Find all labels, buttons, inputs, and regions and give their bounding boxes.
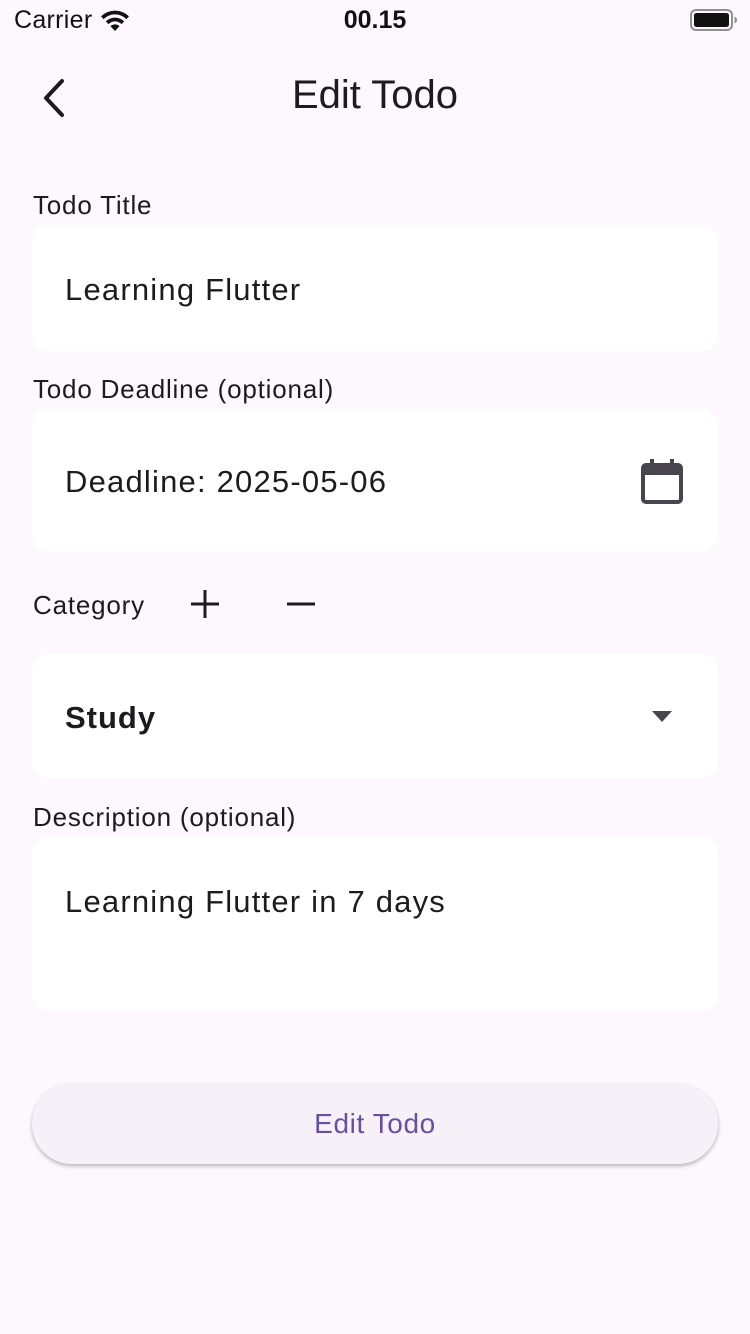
todo-deadline-field[interactable]: Deadline: 2025-05-06 <box>32 409 718 551</box>
status-bar: Carrier 00.15 <box>0 0 750 40</box>
category-selected-value: Study <box>65 700 157 735</box>
app-bar: Edit Todo <box>0 40 750 156</box>
category-dropdown[interactable]: Study <box>32 654 718 778</box>
page-title: Edit Todo <box>291 73 459 117</box>
todo-title-input[interactable]: Learning Flutter <box>32 225 718 351</box>
category-label: Category <box>33 590 145 620</box>
battery-icon <box>690 9 737 31</box>
minus-icon <box>287 602 315 606</box>
todo-deadline-label: Todo Deadline (optional) <box>33 374 335 404</box>
todo-title-label: Todo Title <box>33 190 153 220</box>
remove-category-button[interactable] <box>277 580 325 628</box>
description-value: Learning Flutter in 7 days <box>65 884 447 919</box>
todo-deadline-value: Deadline: 2025-05-06 <box>65 464 388 499</box>
status-time: 00.15 <box>343 6 407 34</box>
description-input[interactable]: Learning Flutter in 7 days <box>32 837 718 1011</box>
caret-down-icon <box>652 711 672 722</box>
description-label: Description (optional) <box>33 802 297 832</box>
todo-title-value: Learning Flutter <box>65 272 302 307</box>
edit-todo-button[interactable]: Edit Todo <box>32 1084 718 1164</box>
calendar-icon[interactable] <box>640 459 684 505</box>
plus-icon <box>191 590 219 618</box>
add-category-button[interactable] <box>181 580 229 628</box>
